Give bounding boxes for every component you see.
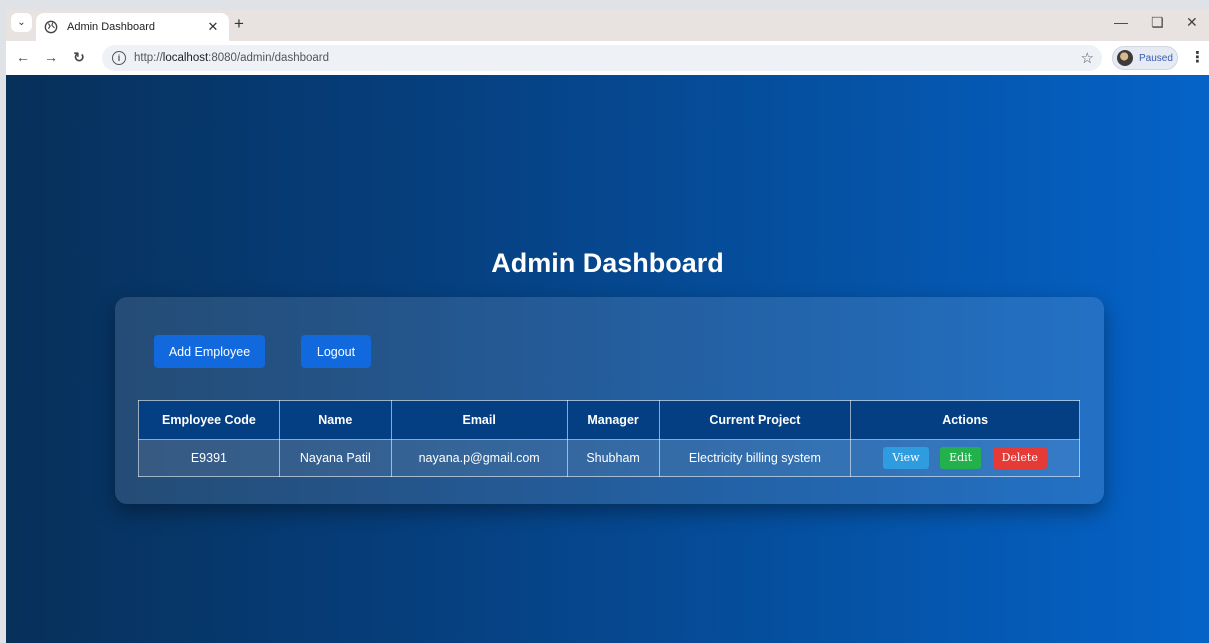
close-tab-icon[interactable]: ✕: [205, 19, 221, 35]
tab-title: Admin Dashboard: [67, 21, 156, 33]
dashboard-card: Add Employee Logout Employee Code Name E…: [115, 297, 1104, 504]
reload-icon[interactable]: ↻: [70, 49, 88, 66]
manager-cell: Shubham: [566, 439, 660, 477]
column-header: Manager: [566, 400, 660, 440]
column-header: Email: [390, 400, 568, 440]
column-header: Actions: [850, 400, 1080, 440]
table-header-row: Employee Code Name Email Manager Current…: [138, 400, 1080, 440]
name-cell: Nayana Patil: [278, 439, 392, 477]
profile-status: Paused: [1139, 52, 1173, 64]
edit-button[interactable]: Edit: [940, 447, 982, 469]
globe-icon: [44, 20, 58, 34]
site-info-icon[interactable]: i: [112, 51, 126, 65]
delete-button[interactable]: Delete: [992, 447, 1047, 469]
forward-arrow-icon[interactable]: →: [42, 49, 60, 65]
url-text[interactable]: http://localhost:8080/admin/dashboard: [134, 52, 329, 64]
column-header: Current Project: [658, 400, 852, 440]
restore-icon[interactable]: ❏: [1151, 14, 1164, 31]
email-cell: nayana.p@gmail.com: [390, 439, 568, 477]
table-row: E9391 Nayana Patil nayana.p@gmail.com Sh…: [138, 439, 1080, 477]
minimize-icon[interactable]: —: [1114, 14, 1128, 30]
address-bar[interactable]: i http://localhost:8080/admin/dashboard …: [102, 45, 1102, 71]
view-button[interactable]: View: [883, 447, 929, 469]
browser-toolbar: ← → ↻ i http://localhost:8080/admin/dash…: [6, 41, 1209, 75]
bookmark-star-icon[interactable]: ☆: [1081, 49, 1094, 67]
column-header: Employee Code: [138, 400, 280, 440]
project-cell: Electricity billing system: [658, 439, 852, 477]
employee-code-cell: E9391: [138, 439, 280, 477]
avatar: [1117, 50, 1133, 66]
page-title: Admin Dashboard: [491, 248, 724, 278]
close-window-icon[interactable]: ✕: [1186, 14, 1198, 31]
page-content: Admin Dashboard Add Employee Logout Empl…: [6, 75, 1209, 643]
browser-window: ⌄ Admin Dashboard ✕ + — ❏ ✕ ← → ↻ i http…: [6, 10, 1209, 643]
profile-button[interactable]: Paused: [1112, 46, 1178, 70]
column-header: Name: [278, 400, 392, 440]
logout-button[interactable]: Logout: [301, 335, 371, 368]
tab-admin-dashboard[interactable]: Admin Dashboard ✕: [36, 13, 229, 41]
tab-strip: ⌄ Admin Dashboard ✕ + — ❏ ✕: [6, 10, 1209, 41]
new-tab-button[interactable]: +: [234, 14, 244, 34]
more-options-icon[interactable]: ⋮: [1190, 48, 1205, 66]
employee-table: Employee Code Name Email Manager Current…: [138, 400, 1080, 477]
add-employee-button[interactable]: Add Employee: [154, 335, 265, 368]
back-arrow-icon[interactable]: ←: [14, 49, 32, 65]
actions-cell: View Edit Delete: [850, 439, 1080, 477]
tab-search-chevron-down-icon[interactable]: ⌄: [11, 13, 32, 32]
